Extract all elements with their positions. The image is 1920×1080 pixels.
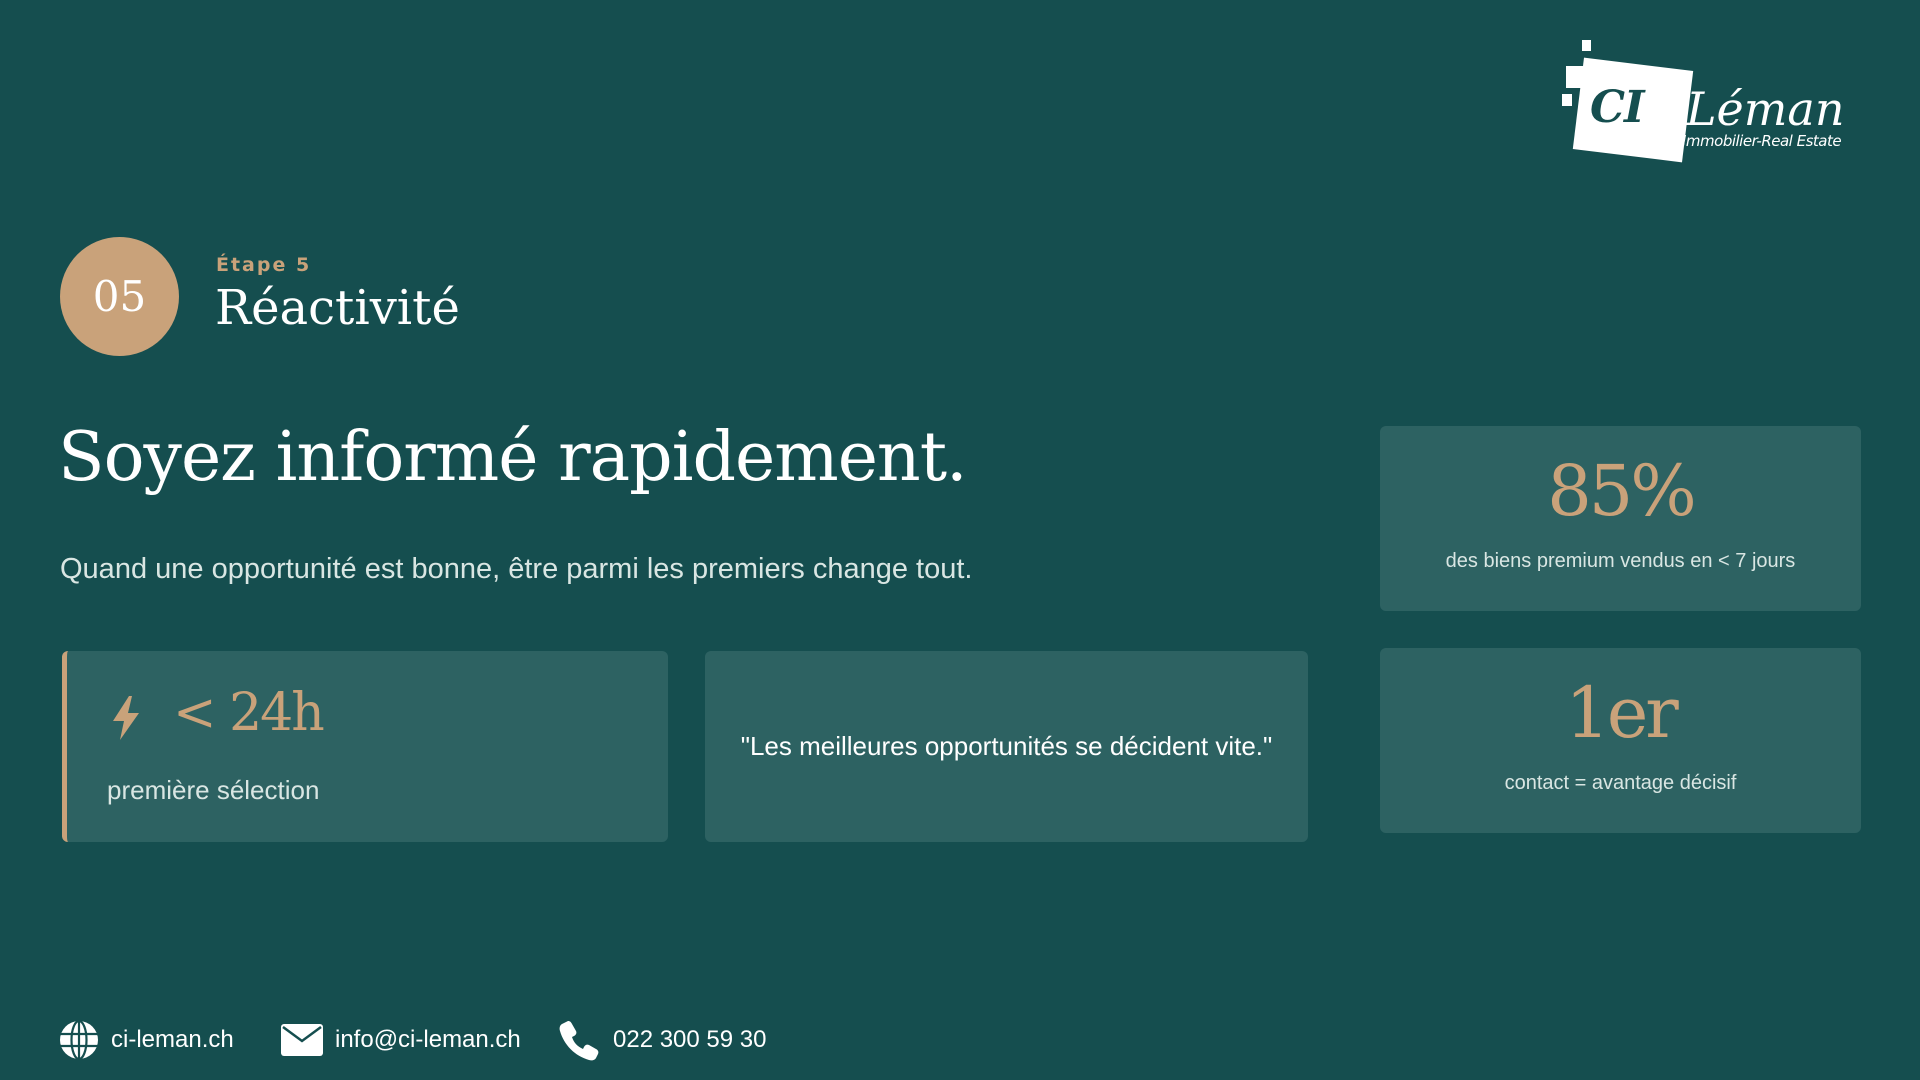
step-label: Étape 5	[216, 254, 312, 276]
stat-caption: contact = avantage décisif	[1504, 772, 1737, 794]
step-title: Réactivité	[215, 280, 460, 336]
footer-phone-text: 022 300 59 30	[613, 1026, 767, 1053]
footer-website-link[interactable]: ci-leman.ch	[59, 1018, 234, 1062]
quote-card: "Les meilleures opportunités se décident…	[705, 651, 1308, 842]
page-headline: Soyez informé rapidement.	[58, 418, 968, 497]
page-subline: Quand une opportunité est bonne, être pa…	[60, 553, 973, 585]
logo-tagline: Immobilier-Real Estate	[1682, 132, 1842, 150]
logo-square-decoration	[1562, 94, 1572, 106]
highlight-card: < 24h première sélection	[62, 651, 668, 842]
stat-value: 1er	[1565, 672, 1678, 754]
logo-square-decoration	[1582, 40, 1591, 51]
globe-icon	[60, 1020, 98, 1060]
footer-email-link[interactable]: info@ci-leman.ch	[281, 1018, 521, 1062]
stat-caption: des biens premium vendus en < 7 jours	[1445, 550, 1796, 572]
logo-mark: CI	[1590, 82, 1645, 133]
highlight-caption: première sélection	[107, 775, 320, 805]
stat-card-first-contact: 1er contact = avantage décisif	[1380, 648, 1861, 833]
footer-phone-link[interactable]: 022 300 59 30	[559, 1018, 766, 1062]
highlight-value: < 24h	[173, 683, 325, 743]
company-logo: CI Léman Immobilier-Real Estate	[1560, 36, 1850, 163]
lightning-bolt-icon	[113, 696, 139, 740]
footer-website-text: ci-leman.ch	[111, 1026, 234, 1053]
footer-email-text: info@ci-leman.ch	[335, 1026, 521, 1053]
logo-name: Léman	[1686, 82, 1845, 136]
stat-value: 85%	[1547, 450, 1697, 532]
quote-text: "Les meilleures opportunités se décident…	[740, 731, 1273, 761]
envelope-icon	[281, 1024, 323, 1056]
step-number-badge: 05	[60, 237, 179, 356]
stat-card-premium-sales: 85% des biens premium vendus en < 7 jour…	[1380, 426, 1861, 611]
phone-icon	[559, 1021, 599, 1061]
